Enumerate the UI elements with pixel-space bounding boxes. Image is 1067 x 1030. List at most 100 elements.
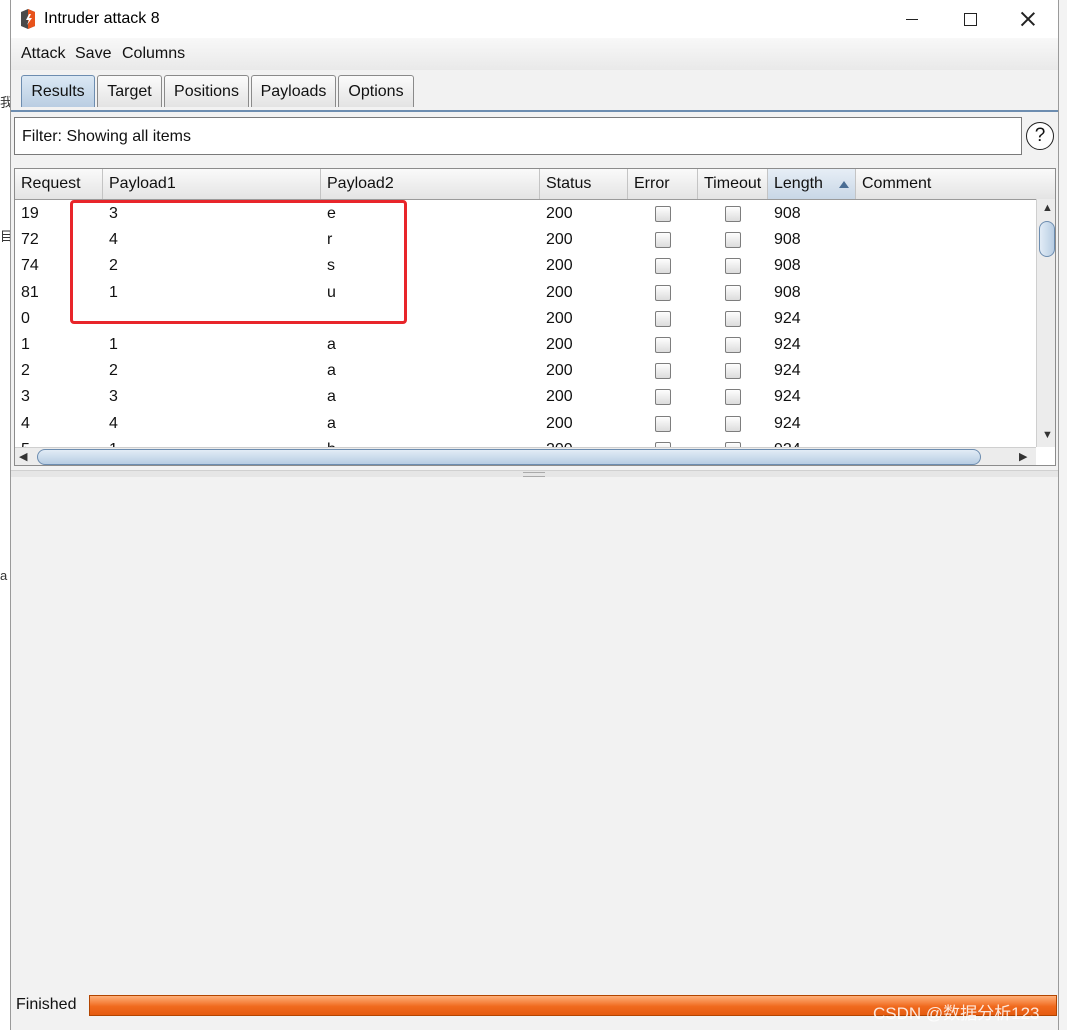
timeout-checkbox[interactable]	[725, 206, 741, 222]
maximize-button[interactable]	[941, 0, 999, 38]
scroll-left-icon[interactable]: ◀	[19, 450, 27, 463]
cell-comment	[856, 411, 1035, 437]
timeout-checkbox[interactable]	[725, 232, 741, 249]
error-checkbox[interactable]	[655, 206, 671, 222]
error-checkbox[interactable]	[655, 258, 671, 275]
cell-payload1: 2	[109, 362, 118, 380]
scroll-down-icon[interactable]: ▼	[1042, 429, 1053, 441]
timeout-checkbox[interactable]	[725, 389, 741, 406]
column-request[interactable]: Request	[15, 169, 103, 199]
cell-comment	[856, 358, 1035, 384]
error-checkbox[interactable]	[655, 363, 671, 380]
tab-target[interactable]: Target	[97, 75, 162, 107]
cell-request: 3	[21, 388, 30, 406]
cell-status: 200	[546, 414, 573, 432]
cell-comment	[856, 227, 1035, 253]
cell-status: 200	[546, 283, 573, 301]
cell-request: 4	[21, 414, 30, 432]
error-checkbox[interactable]	[655, 232, 671, 249]
burp-icon	[21, 9, 35, 29]
minimize-button[interactable]	[883, 0, 941, 38]
cell-comment	[856, 437, 1035, 447]
error-checkbox[interactable]	[655, 337, 671, 353]
close-button[interactable]	[999, 0, 1057, 38]
cell-payload2: a	[327, 388, 336, 406]
minimize-icon	[906, 18, 918, 20]
column-payload2[interactable]: Payload2	[321, 169, 540, 199]
table-row[interactable]: 2 2 a 200 924	[15, 358, 1035, 384]
cell-comment	[856, 384, 1035, 410]
help-icon[interactable]: ?	[1026, 122, 1054, 150]
menu-attack[interactable]: Attack	[21, 45, 65, 63]
cell-length: 924	[774, 336, 801, 353]
menu-columns[interactable]: Columns	[122, 45, 185, 63]
filter-bar[interactable]: Filter: Showing all items	[14, 117, 1022, 155]
tab-payloads[interactable]: Payloads	[251, 75, 336, 107]
timeout-checkbox[interactable]	[725, 363, 741, 380]
vertical-scrollbar[interactable]: ▲ ▼	[1036, 199, 1055, 447]
cell-comment	[856, 332, 1035, 358]
table-row[interactable]: 3 3 a 200 924	[15, 384, 1035, 410]
cell-length: 924	[774, 388, 801, 406]
column-timeout[interactable]: Timeout	[698, 169, 768, 199]
background-window-edge: 我 目 a	[0, 0, 13, 1030]
split-pane-divider[interactable]	[11, 470, 1058, 477]
window-title: Intruder attack 8	[44, 10, 160, 27]
table-row[interactable]: 1 1 a 200 924	[15, 332, 1035, 358]
timeout-checkbox[interactable]	[725, 415, 741, 432]
menu-save[interactable]: Save	[75, 45, 111, 63]
table-row[interactable]: 51b200 924	[15, 437, 1035, 447]
cell-status: 200	[546, 309, 573, 327]
column-status[interactable]: Status	[540, 169, 628, 199]
tab-results[interactable]: Results	[21, 75, 95, 107]
tab-positions[interactable]: Positions	[164, 75, 249, 107]
cell-length: 908	[774, 231, 801, 249]
tab-strip: Results Target Positions Payloads Option…	[11, 70, 1058, 112]
column-payload1[interactable]: Payload1	[103, 169, 321, 199]
tab-options[interactable]: Options	[338, 75, 414, 107]
scroll-up-icon[interactable]: ▲	[1042, 202, 1053, 214]
timeout-checkbox[interactable]	[725, 258, 741, 275]
cell-comment	[856, 306, 1035, 332]
error-checkbox[interactable]	[655, 284, 671, 301]
cell-length: 924	[774, 362, 801, 380]
timeout-checkbox[interactable]	[725, 284, 741, 301]
vertical-scroll-thumb[interactable]	[1039, 221, 1055, 257]
cell-comment	[856, 253, 1035, 279]
timeout-checkbox[interactable]	[725, 310, 741, 327]
cell-payload1: 4	[109, 414, 118, 432]
intruder-window: Intruder attack 8 Attack Save Columns Re…	[10, 0, 1059, 1030]
cell-status: 200	[546, 231, 573, 249]
cell-request: 5	[15, 437, 103, 447]
error-checkbox[interactable]	[655, 389, 671, 406]
horizontal-scroll-thumb[interactable]	[37, 449, 981, 465]
background-glyph: a	[0, 568, 8, 583]
cell-length: 908	[774, 205, 801, 222]
menu-bar: Attack Save Columns	[11, 38, 1058, 70]
cell-status: 200	[546, 205, 573, 222]
divider-grip-icon	[523, 472, 545, 477]
error-checkbox[interactable]	[655, 310, 671, 327]
cell-payload2: a	[327, 362, 336, 380]
cell-status: 200	[546, 336, 573, 353]
cell-comment	[856, 201, 1035, 227]
cell-status: 200	[546, 257, 573, 275]
column-length[interactable]: Length	[768, 169, 856, 199]
table-row[interactable]: 4 4 a 200 924	[15, 411, 1035, 437]
cell-status: 200	[540, 437, 628, 447]
column-error[interactable]: Error	[628, 169, 698, 199]
watermark: CSDN @数据分析123	[873, 1004, 1040, 1023]
cell-payload2: a	[327, 336, 336, 353]
horizontal-scrollbar[interactable]: ◀ ▶	[15, 447, 1036, 465]
scroll-right-icon[interactable]: ▶	[1019, 450, 1027, 463]
timeout-checkbox[interactable]	[725, 337, 741, 353]
cell-length: 924	[768, 437, 856, 447]
error-checkbox[interactable]	[655, 415, 671, 432]
annotation-highlight-box	[70, 200, 407, 324]
cell-length: 924	[774, 309, 801, 327]
cell-length: 908	[774, 257, 801, 275]
column-comment[interactable]: Comment	[856, 169, 1055, 199]
cell-payload1: 1	[103, 437, 321, 447]
cell-payload2: a	[327, 414, 336, 432]
cell-payload2: b	[321, 437, 540, 447]
